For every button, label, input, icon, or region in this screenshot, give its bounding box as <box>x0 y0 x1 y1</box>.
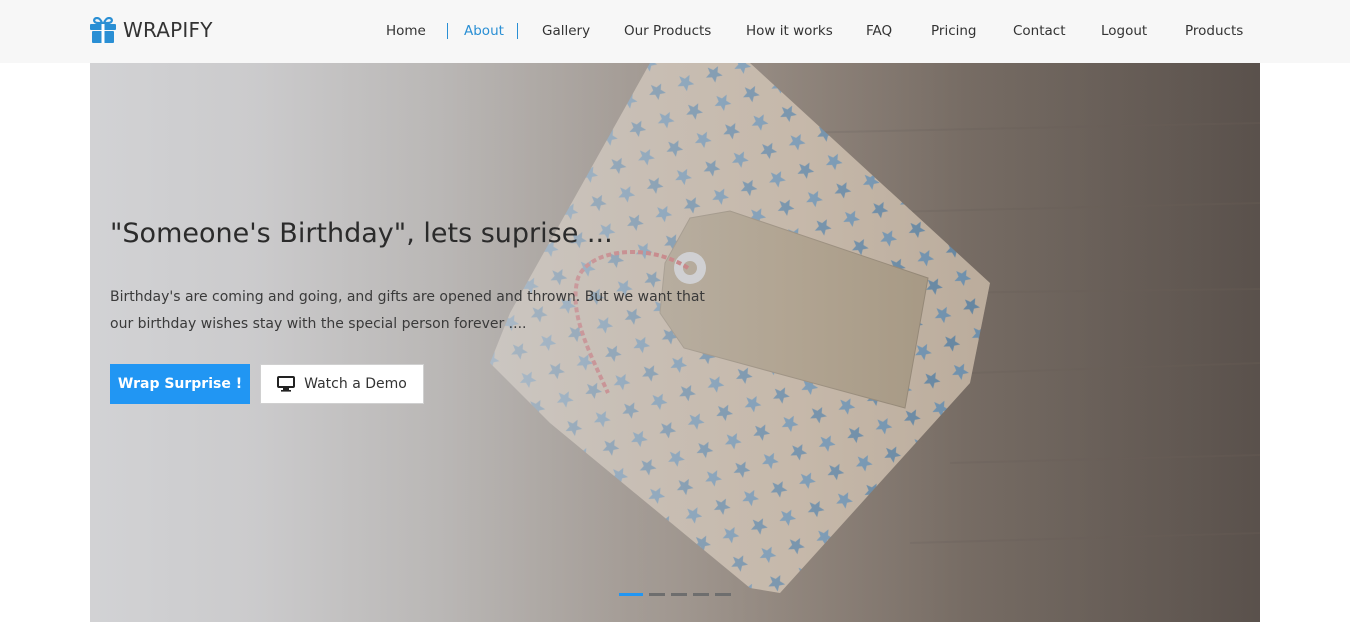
carousel-indicator-4[interactable] <box>693 593 709 596</box>
hero-carousel: "Someone's Birthday", lets suprise ... B… <box>90 63 1260 622</box>
hero-description: Birthday's are coming and going, and gif… <box>110 289 705 332</box>
wrap-surprise-button[interactable]: Wrap Surprise ! <box>110 364 250 404</box>
nav-about[interactable]: About <box>464 20 504 42</box>
monitor-icon <box>277 376 296 392</box>
watch-demo-button[interactable]: Watch a Demo <box>260 364 424 404</box>
nav-home[interactable]: Home <box>386 20 426 42</box>
nav-separator-left <box>447 23 448 39</box>
nav-logout[interactable]: Logout <box>1101 20 1147 42</box>
nav-gallery[interactable]: Gallery <box>542 20 590 42</box>
carousel-indicator-1[interactable] <box>619 593 643 596</box>
nav-contact[interactable]: Contact <box>1013 20 1066 42</box>
carousel-indicators <box>619 593 731 597</box>
main-nav: Home About Gallery Our Products How it w… <box>0 20 1350 42</box>
nav-how-it-works[interactable]: How it works <box>746 20 833 42</box>
hero-caption: "Someone's Birthday", lets suprise ... B… <box>110 63 750 622</box>
carousel-indicator-5[interactable] <box>715 593 731 596</box>
nav-separator-right <box>517 23 518 39</box>
nav-our-products[interactable]: Our Products <box>624 20 711 42</box>
carousel-indicator-2[interactable] <box>649 593 665 596</box>
nav-pricing[interactable]: Pricing <box>931 20 977 42</box>
nav-products[interactable]: Products <box>1185 20 1243 42</box>
hero-title: "Someone's Birthday", lets suprise ... <box>110 218 613 249</box>
watch-demo-label: Watch a Demo <box>304 376 407 392</box>
nav-faq[interactable]: FAQ <box>866 20 892 42</box>
carousel-indicator-3[interactable] <box>671 593 687 596</box>
navbar: WRAPIFY Home About Gallery Our Products … <box>0 0 1350 63</box>
